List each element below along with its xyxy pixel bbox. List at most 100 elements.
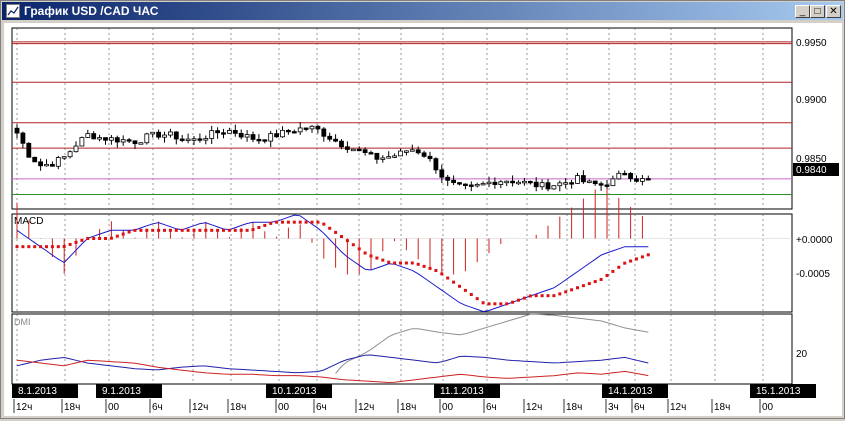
candle-body [563, 182, 569, 185]
candle-body [67, 151, 73, 158]
candle-body [132, 140, 138, 145]
macd-signal-dot [499, 302, 503, 306]
macd-signal-dot [210, 228, 214, 232]
macd-signal-dot [45, 245, 48, 249]
macd-signal-dot [204, 228, 208, 232]
macd-signal-dot [446, 276, 450, 280]
candle-body [321, 128, 327, 137]
macd-signal-dot [593, 280, 597, 284]
macd-signal-dot [463, 288, 467, 292]
macd-signal-dot [139, 228, 143, 232]
candle-body [344, 146, 350, 150]
macd-signal-dot [587, 282, 591, 286]
macd-signal-dot [475, 297, 479, 301]
candle-body [510, 180, 516, 184]
hour-label: 12ч [16, 402, 32, 413]
candle-body [315, 125, 321, 130]
candle-body [439, 169, 445, 178]
candle-body [303, 127, 309, 130]
candle-body [120, 139, 126, 143]
macd-signal-dot [21, 245, 25, 249]
candle-body [586, 180, 592, 183]
dmi-panel[interactable] [11, 313, 793, 385]
candle-body [50, 163, 55, 167]
dmi-axis-label-20: 20 [796, 349, 808, 360]
candle-body [350, 148, 356, 152]
candle-body [209, 130, 215, 139]
date-badge: 10.1.2013 [266, 384, 332, 398]
macd-signal-dot [605, 274, 609, 278]
macd-signal-dot [192, 228, 196, 232]
macd-signal-dot [399, 261, 402, 265]
macd-signal-dot [416, 262, 420, 266]
candle-body [32, 156, 38, 163]
macd-signal-dot [292, 220, 296, 224]
close-button[interactable]: ✕ [826, 5, 841, 18]
macd-signal-dot [198, 228, 202, 232]
macd-signal-dot [15, 245, 19, 249]
candle-body [457, 182, 462, 185]
candle-body [486, 181, 492, 185]
hour-label: 00 [762, 402, 774, 413]
candle-body [61, 156, 67, 159]
candle-body [185, 138, 191, 141]
candle-body [26, 142, 32, 158]
macd-signal-dot [239, 228, 243, 232]
candle-body [138, 142, 144, 145]
candle-body [409, 149, 415, 152]
macd-signal-dot [381, 258, 385, 262]
hour-label: 6ч [486, 402, 497, 413]
macd-signal-dot [227, 228, 231, 232]
date-label: 11.1.2013 [440, 386, 484, 397]
hour-label: 00 [278, 402, 290, 413]
candle-body [97, 137, 102, 140]
macd-signal-dot [387, 260, 391, 264]
macd-signal-dot [351, 243, 355, 247]
candle-body [516, 181, 521, 185]
candle-body [575, 175, 580, 184]
date-label: 9.1.2013 [102, 386, 141, 397]
maximize-button[interactable]: □ [810, 5, 825, 18]
candle-body [144, 133, 150, 144]
macd-signal-dot [428, 266, 432, 270]
forex-chart[interactable]: 0.9950 0.9900 0.9850 0.9840 MACD +0.0000… [4, 23, 842, 416]
candle-body [386, 156, 392, 159]
hour-label: 00 [442, 402, 454, 413]
macd-signal-dot [640, 255, 644, 259]
macd-signal-dot [127, 230, 131, 234]
candle-body [421, 152, 427, 157]
macd-signal-dot [104, 237, 107, 240]
candle-body [179, 138, 185, 141]
chart-area[interactable]: 0.9950 0.9900 0.9850 0.9840 MACD +0.0000… [4, 23, 842, 416]
macd-signal-dot [522, 296, 526, 300]
candle-body [451, 179, 457, 183]
date-label: 14.1.2013 [608, 386, 653, 397]
date-badge: 9.1.2013 [96, 384, 162, 398]
macd-signal-dot [334, 230, 338, 234]
macd-signal-dot [269, 221, 273, 225]
date-label: 15.1.2013 [756, 386, 801, 397]
candle-body [362, 149, 368, 153]
price-panel[interactable] [11, 27, 793, 210]
candle-body [380, 157, 386, 160]
candle-body [285, 129, 291, 133]
candle-body [333, 138, 339, 142]
hour-label: 12ч [358, 402, 374, 413]
macd-signal-dot [517, 298, 520, 302]
macd-signal-dot [263, 223, 267, 227]
macd-signal-dot [133, 228, 137, 232]
minimize-button[interactable]: _ [795, 5, 810, 18]
title-bar[interactable]: График USD /CAD ЧАС _ □ ✕ [2, 2, 843, 20]
candle-body [628, 173, 633, 180]
macd-signal-dot [257, 226, 261, 230]
macd-signal-dot [410, 261, 414, 265]
window-title: График USD /CAD ЧАС [24, 4, 159, 18]
macd-signal-dot [422, 264, 426, 268]
macd-signal-dot [233, 228, 237, 232]
candle-body [433, 158, 439, 171]
candle-body [38, 161, 43, 167]
candle-body [427, 155, 433, 160]
macd-signal-dot [286, 220, 290, 224]
candle-body [545, 182, 551, 190]
candle-body [592, 180, 598, 185]
